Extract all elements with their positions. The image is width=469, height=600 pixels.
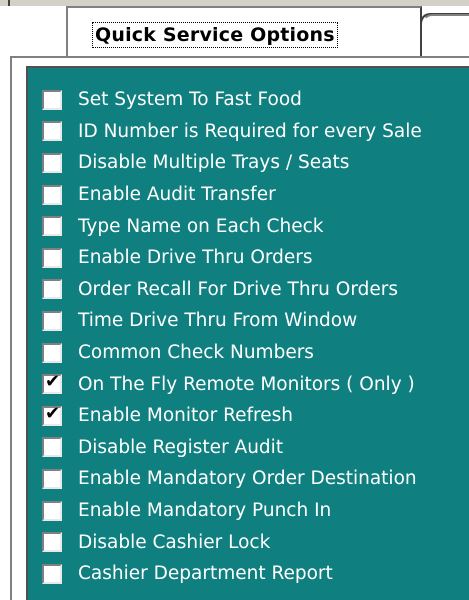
option-enable-mandatory-order-destination[interactable]: Enable Mandatory Order Destination xyxy=(42,463,422,495)
checkbox[interactable] xyxy=(42,184,62,205)
option-disable-cashier-lock[interactable]: Disable Cashier Lock xyxy=(42,526,422,558)
option-set-system-to-fast-food[interactable]: Set System To Fast Food xyxy=(42,84,422,116)
checkbox[interactable] xyxy=(42,563,62,584)
checkbox[interactable]: ✔ xyxy=(42,371,62,395)
checkbox[interactable] xyxy=(42,310,62,331)
option-label: Order Recall For Drive Thru Orders xyxy=(78,278,398,300)
option-label: Disable Register Audit xyxy=(78,436,284,458)
option-label: Enable Mandatory Order Destination xyxy=(78,468,417,490)
option-label: Set System To Fast Food xyxy=(78,89,302,111)
option-type-name-on-each-check[interactable]: Type Name on Each Check xyxy=(42,210,422,242)
option-disable-register-audit[interactable]: Disable Register Audit xyxy=(42,432,422,464)
option-label: Common Check Numbers xyxy=(78,342,314,364)
option-label: Type Name on Each Check xyxy=(78,215,324,237)
tab-next[interactable] xyxy=(422,14,469,56)
option-label: ID Number is Required for every Sale xyxy=(78,120,422,142)
checkbox[interactable]: ✔ xyxy=(42,402,62,426)
options-window: Quick Service Options Set System To Fast… xyxy=(0,0,469,600)
option-label: On The Fly Remote Monitors ( Only ) xyxy=(78,373,415,395)
checkbox[interactable] xyxy=(42,342,62,363)
checkbox[interactable] xyxy=(42,89,62,110)
checkbox[interactable] xyxy=(42,121,62,142)
option-enable-mandatory-punch-in[interactable]: Enable Mandatory Punch In xyxy=(42,495,422,527)
option-enable-monitor-refresh[interactable]: ✔ Enable Monitor Refresh xyxy=(42,400,422,432)
option-time-drive-thru-from-window[interactable]: Time Drive Thru From Window xyxy=(42,305,422,337)
option-label: Disable Cashier Lock xyxy=(78,531,271,553)
checkmark-icon: ✔ xyxy=(45,371,61,393)
checkbox[interactable] xyxy=(42,500,62,521)
checkbox[interactable] xyxy=(42,216,62,237)
tab-label: Quick Service Options xyxy=(92,22,338,48)
option-on-the-fly-remote-monitors-only[interactable]: ✔ On The Fly Remote Monitors ( Only ) xyxy=(42,368,422,400)
options-list: Set System To Fast Food ID Number is Requ… xyxy=(42,84,422,590)
checkbox[interactable] xyxy=(42,247,62,268)
option-label: Time Drive Thru From Window xyxy=(78,310,358,332)
option-order-recall-for-drive-thru-orders[interactable]: Order Recall For Drive Thru Orders xyxy=(42,274,422,306)
option-label: Enable Drive Thru Orders xyxy=(78,247,313,269)
quick-service-options-panel: Set System To Fast Food ID Number is Requ… xyxy=(26,66,469,600)
option-enable-drive-thru-orders[interactable]: Enable Drive Thru Orders xyxy=(42,242,422,274)
option-label: Enable Audit Transfer xyxy=(78,184,276,206)
checkbox[interactable] xyxy=(42,468,62,489)
checkbox[interactable] xyxy=(42,437,62,458)
tab-quick-service-options[interactable]: Quick Service Options xyxy=(66,6,422,56)
option-disable-multiple-trays-seats[interactable]: Disable Multiple Trays / Seats xyxy=(42,147,422,179)
checkbox[interactable] xyxy=(42,279,62,300)
option-label: Enable Mandatory Punch In xyxy=(78,500,332,522)
option-common-check-numbers[interactable]: Common Check Numbers xyxy=(42,337,422,369)
checkbox[interactable] xyxy=(42,152,62,173)
option-label: Enable Monitor Refresh xyxy=(78,405,293,427)
option-id-number-is-required-for-every-sale[interactable]: ID Number is Required for every Sale xyxy=(42,116,422,148)
checkbox[interactable] xyxy=(42,532,62,553)
option-label: Cashier Department Report xyxy=(78,563,333,585)
option-label: Disable Multiple Trays / Seats xyxy=(78,152,350,174)
checkmark-icon: ✔ xyxy=(45,402,61,424)
option-enable-audit-transfer[interactable]: Enable Audit Transfer xyxy=(42,179,422,211)
option-cashier-department-report[interactable]: Cashier Department Report xyxy=(42,558,422,590)
